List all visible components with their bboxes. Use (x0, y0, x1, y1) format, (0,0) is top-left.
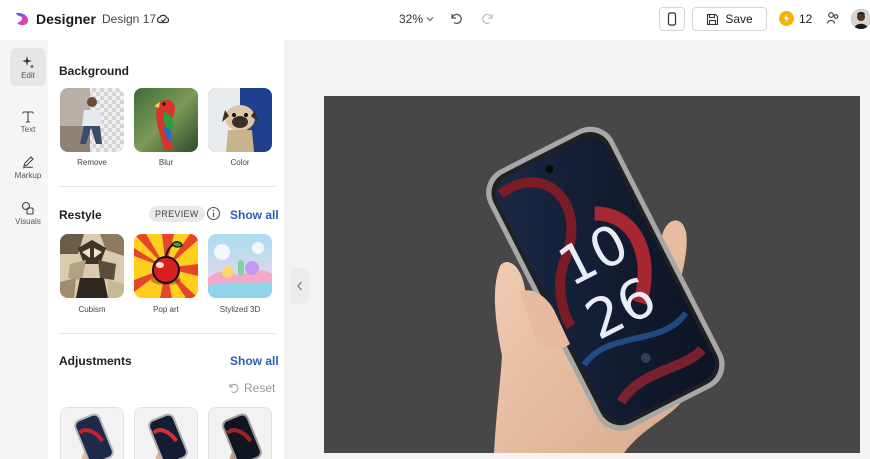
rail-label-markup: Markup (14, 170, 42, 180)
info-icon[interactable] (206, 206, 221, 221)
credits-count: 12 (799, 11, 813, 26)
rail-item-visuals[interactable]: Visuals (10, 194, 46, 232)
chevron-left-icon (297, 281, 302, 291)
save-label: Save (725, 12, 753, 26)
shapes-icon (21, 201, 34, 215)
preview-badge: PREVIEW (149, 206, 205, 222)
restyle-stylized-3d-label: Stylized 3D (219, 305, 261, 314)
background-blur-label: Blur (158, 158, 174, 167)
cloud-sync-icon[interactable] (156, 12, 170, 26)
user-avatar[interactable] (851, 9, 870, 29)
restyle-pop-art-label: Pop art (153, 305, 179, 314)
chevron-down-icon (426, 17, 434, 22)
rail-label-text: Text (20, 124, 36, 134)
phone-icon (667, 12, 677, 26)
rail-label-visuals: Visuals (15, 216, 41, 226)
floppy-disk-icon (707, 13, 719, 25)
text-icon (22, 110, 34, 123)
document-name[interactable]: Design 17 (102, 12, 156, 26)
section-divider (59, 186, 275, 187)
background-remove-label: Remove (77, 158, 107, 167)
top-bar: Designer Design 17 32% Save 12 (0, 0, 870, 40)
restyle-pop-art-thumbnail[interactable] (134, 234, 198, 298)
background-remove-thumbnail[interactable] (60, 88, 124, 152)
boost-credits[interactable]: 12 (779, 11, 812, 26)
phone-in-hand-image: 10 26 (486, 126, 725, 453)
background-section-title: Background (59, 64, 130, 78)
zoom-value: 32% (399, 12, 424, 26)
rail-label-edit: Edit (21, 70, 35, 80)
pen-icon (22, 155, 34, 168)
background-blur-thumbnail[interactable] (134, 88, 198, 152)
adjustment-preset-thumbnail[interactable] (208, 407, 272, 459)
reset-icon (229, 383, 239, 393)
boost-coin-icon (779, 11, 794, 26)
collapse-panel-button[interactable] (291, 268, 309, 304)
adjustments-show-all-link[interactable]: Show all (230, 354, 279, 368)
adjustment-preset-thumbnail[interactable] (134, 407, 198, 459)
app-title: Designer (36, 11, 96, 27)
restyle-stylized-3d-thumbnail[interactable] (208, 234, 272, 298)
save-button[interactable]: Save (692, 7, 767, 31)
adjustments-section-title: Adjustments (59, 354, 132, 368)
redo-icon[interactable] (481, 11, 495, 25)
background-color-label: Color (230, 158, 250, 167)
restyle-show-all-link[interactable]: Show all (230, 208, 279, 222)
edit-panel: Background Remove Blur Color Restyle PRE… (48, 40, 284, 459)
reset-button[interactable]: Reset (228, 381, 275, 395)
zoom-dropdown[interactable]: 32% (399, 12, 434, 26)
section-divider (59, 333, 275, 334)
rail-item-text[interactable]: Text (10, 102, 46, 140)
restyle-section-title: Restyle (59, 208, 102, 222)
adjustment-preset-thumbnail[interactable] (60, 407, 124, 459)
reset-label: Reset (244, 381, 276, 395)
restyle-cubism-thumbnail[interactable] (60, 234, 124, 298)
tool-rail: Edit Text Markup Visuals (8, 40, 48, 459)
background-color-thumbnail[interactable] (208, 88, 272, 152)
sparkle-icon (22, 55, 34, 69)
restyle-cubism-label: Cubism (78, 305, 106, 314)
share-icon[interactable] (826, 11, 840, 25)
device-preview-button[interactable] (659, 7, 685, 31)
rail-item-edit[interactable]: Edit (10, 48, 46, 86)
rail-item-markup[interactable]: Markup (10, 148, 46, 186)
designer-logo-icon (16, 12, 29, 26)
design-artboard[interactable]: 10 26 (324, 96, 860, 453)
undo-icon[interactable] (449, 11, 463, 25)
